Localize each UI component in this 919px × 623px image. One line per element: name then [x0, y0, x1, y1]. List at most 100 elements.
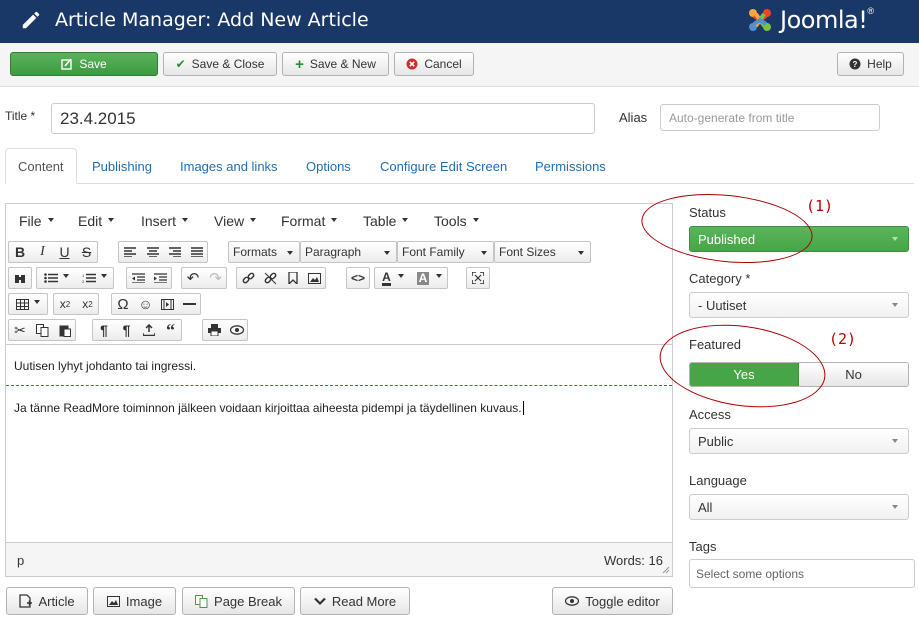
- script-group: x2 x2: [53, 293, 99, 315]
- menu-table[interactable]: Table: [363, 213, 409, 229]
- help-button[interactable]: ? Help: [837, 52, 904, 76]
- language-label: Language: [689, 473, 747, 488]
- save-close-button[interactable]: ✔ Save & Close: [163, 52, 277, 76]
- text-style-group: B I U S: [8, 241, 98, 263]
- strikethrough-icon[interactable]: S: [75, 242, 97, 262]
- tab-images-links[interactable]: Images and links: [180, 148, 278, 184]
- align-left-icon[interactable]: [119, 242, 141, 262]
- rich-text-editor: File Edit Insert View Format Table Tools…: [5, 203, 673, 577]
- access-select[interactable]: Public: [689, 428, 909, 454]
- question-icon: ?: [849, 58, 861, 70]
- menu-format[interactable]: Format: [281, 213, 338, 229]
- image-label: Image: [125, 593, 163, 609]
- link-group: [236, 267, 326, 289]
- tab-publishing[interactable]: Publishing: [92, 148, 152, 184]
- title-input[interactable]: 23.4.2015: [51, 103, 595, 134]
- element-path[interactable]: p: [17, 553, 24, 568]
- link-icon[interactable]: [237, 268, 259, 288]
- svg-text:?: ?: [853, 60, 858, 69]
- menu-tools[interactable]: Tools: [434, 213, 479, 229]
- article-icon: [19, 594, 33, 608]
- table-icon[interactable]: [9, 294, 47, 314]
- font-family-dropdown[interactable]: Font Family: [397, 241, 494, 263]
- tab-configure-edit-screen[interactable]: Configure Edit Screen: [380, 148, 507, 184]
- cancel-button[interactable]: Cancel: [394, 52, 474, 76]
- copy-icon[interactable]: [31, 320, 53, 340]
- find-replace-icon[interactable]: [9, 268, 31, 288]
- align-justify-icon[interactable]: [185, 242, 207, 262]
- eye-icon: [565, 596, 580, 606]
- menu-edit[interactable]: Edit: [78, 213, 115, 229]
- menu-insert[interactable]: Insert: [141, 213, 189, 229]
- media-icon[interactable]: [156, 294, 178, 314]
- save-new-label: Save & New: [309, 57, 376, 71]
- formats-dropdown[interactable]: Formats: [228, 241, 300, 263]
- background-color-icon[interactable]: A: [411, 268, 447, 288]
- rtl-icon[interactable]: ¶: [115, 320, 137, 340]
- tags-input[interactable]: Select some options: [689, 559, 915, 588]
- chevron-down-icon: [314, 597, 326, 605]
- toggle-editor-button[interactable]: Toggle editor: [552, 587, 673, 615]
- redo-icon[interactable]: ↷: [204, 268, 226, 288]
- alias-placeholder: Auto-generate from title: [669, 110, 795, 125]
- anchor-icon[interactable]: [281, 268, 303, 288]
- category-select[interactable]: - Uutiset: [689, 292, 909, 318]
- unlink-icon[interactable]: [259, 268, 281, 288]
- help-label: Help: [867, 57, 892, 71]
- resize-handle-icon[interactable]: [662, 566, 670, 574]
- image-icon[interactable]: [303, 268, 325, 288]
- fullscreen-icon[interactable]: [467, 268, 489, 288]
- emoticons-icon[interactable]: ☺: [134, 294, 156, 314]
- paragraph-dropdown[interactable]: Paragraph: [300, 241, 397, 263]
- italic-icon[interactable]: I: [31, 242, 53, 262]
- print-icon[interactable]: [203, 320, 225, 340]
- insert-image-button[interactable]: Image: [93, 587, 176, 615]
- undo-icon[interactable]: ↶: [182, 268, 204, 288]
- save-button[interactable]: Save: [10, 52, 158, 76]
- outdent-icon[interactable]: [127, 268, 149, 288]
- menu-view[interactable]: View: [214, 213, 257, 229]
- paste-icon[interactable]: [53, 320, 75, 340]
- numbered-list-icon[interactable]: 12: [75, 268, 113, 288]
- read-more-button[interactable]: Read More: [300, 587, 410, 615]
- plus-icon: +: [295, 55, 304, 73]
- subscript-icon[interactable]: x2: [54, 294, 76, 314]
- article-label: Article: [38, 593, 75, 609]
- alias-input[interactable]: Auto-generate from title: [660, 104, 880, 131]
- ltr-icon[interactable]: ¶: [93, 320, 115, 340]
- save-new-button[interactable]: + Save & New: [282, 52, 389, 76]
- toolbar-row-4: ✂ ¶ ¶ “: [8, 319, 670, 341]
- list-group: 12: [36, 267, 114, 289]
- menu-file[interactable]: File: [19, 213, 54, 229]
- horizontal-rule-icon[interactable]: [178, 294, 200, 314]
- language-select[interactable]: All: [689, 494, 909, 520]
- language-value: All: [698, 499, 713, 515]
- joomla-logo-icon: [749, 9, 771, 31]
- align-right-icon[interactable]: [163, 242, 185, 262]
- superscript-icon[interactable]: x2: [76, 294, 98, 314]
- bold-icon[interactable]: B: [9, 242, 31, 262]
- page-break-button[interactable]: Page Break: [182, 587, 295, 615]
- tab-options[interactable]: Options: [306, 148, 351, 184]
- category-label: Category *: [689, 271, 751, 286]
- underline-icon[interactable]: U: [53, 242, 75, 262]
- nonbreaking-icon[interactable]: [137, 320, 159, 340]
- toolbar-row-3: x2 x2 Ω ☺: [8, 293, 670, 315]
- align-center-icon[interactable]: [141, 242, 163, 262]
- read-more-label: Read More: [331, 593, 397, 609]
- tab-content[interactable]: Content: [5, 148, 77, 184]
- tab-permissions[interactable]: Permissions: [535, 148, 606, 184]
- editor-content-area[interactable]: Uutisen lyhyt johdanto tai ingressi. Ja …: [6, 344, 672, 542]
- joomla-logo: Joomla! ®: [744, 3, 874, 37]
- preview-icon[interactable]: [225, 320, 247, 340]
- font-sizes-dropdown[interactable]: Font Sizes: [494, 241, 591, 263]
- insert-article-button[interactable]: Article: [6, 587, 88, 615]
- bullet-list-icon[interactable]: [37, 268, 75, 288]
- special-char-icon[interactable]: Ω: [112, 294, 134, 314]
- source-code-icon[interactable]: <>: [347, 268, 369, 288]
- indent-icon[interactable]: [149, 268, 171, 288]
- cut-icon[interactable]: ✂: [9, 320, 31, 340]
- text-color-icon[interactable]: A: [375, 268, 411, 288]
- toolbar-row-2: 12 ↶ ↷ <> A A: [8, 267, 670, 289]
- blockquote-icon[interactable]: “: [159, 320, 181, 340]
